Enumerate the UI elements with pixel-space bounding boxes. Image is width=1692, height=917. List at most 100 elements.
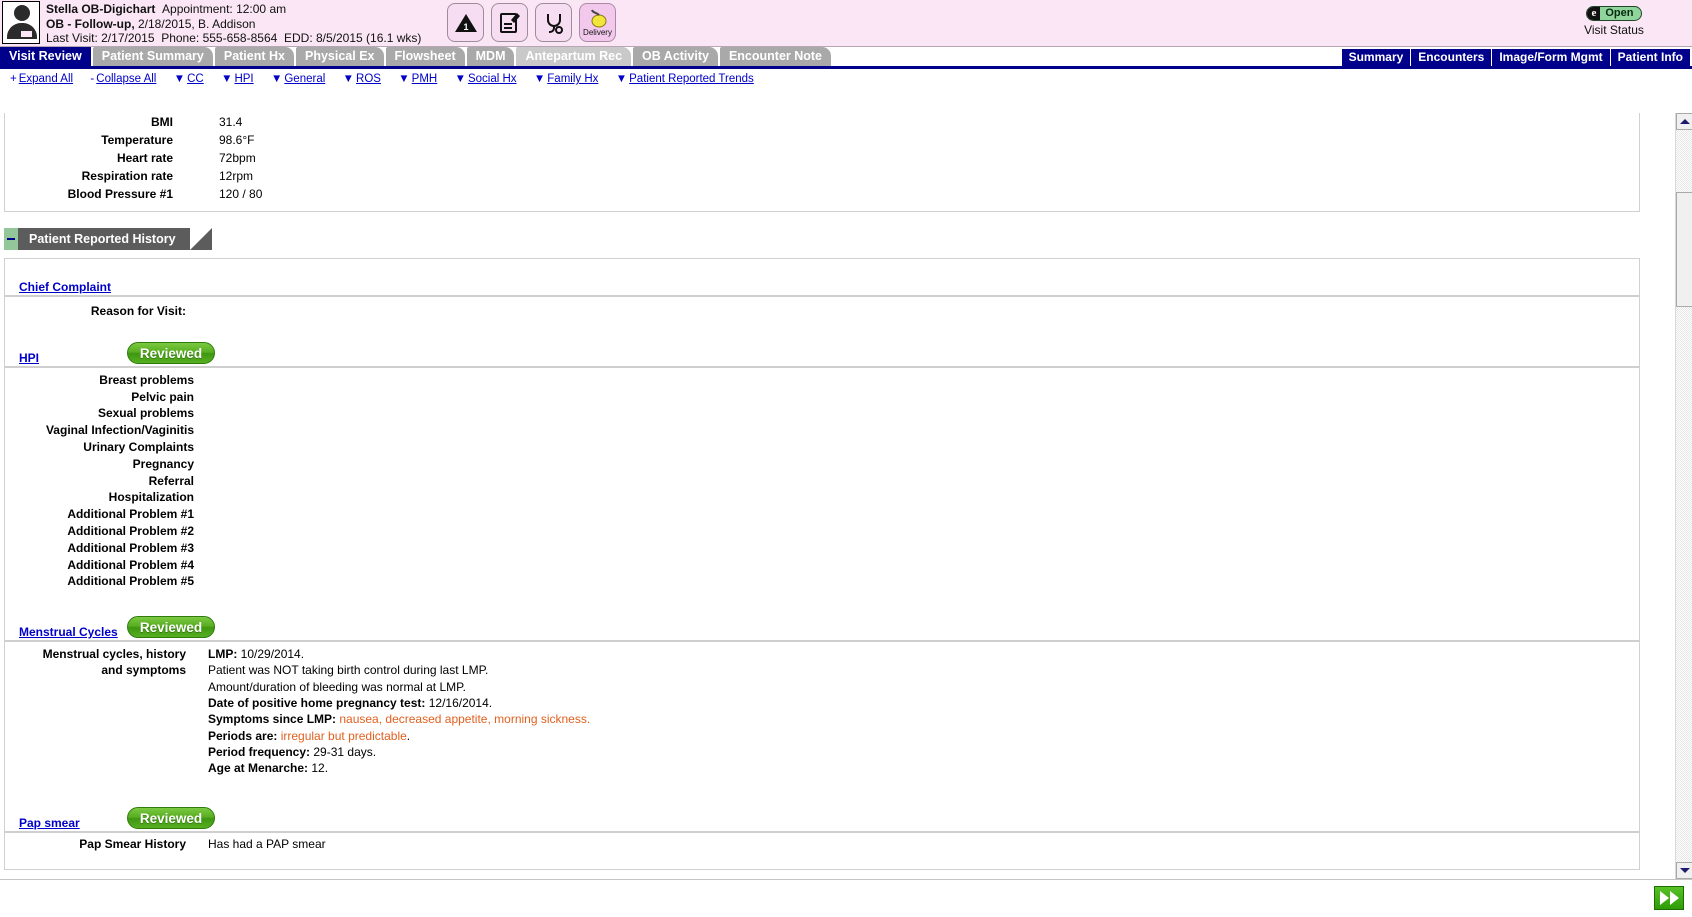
delivery-icon-button[interactable]: Delivery [579, 3, 616, 42]
link-family-hx-label: Family Hx [547, 73, 598, 85]
link-cc[interactable]: ▼CC [174, 73, 204, 85]
pap-reviewed-button[interactable]: Reviewed [127, 807, 215, 829]
tab-physical-ex[interactable]: Physical Ex [296, 47, 384, 66]
tab-ob-activity[interactable]: OB Activity [633, 47, 718, 66]
triangle-down-icon [1680, 868, 1690, 873]
list-item: Vaginal Infection/Vaginitis [5, 422, 194, 439]
tab-mdm[interactable]: MDM [467, 47, 515, 66]
menstrual-line-periods-are-highlight: irregular but predictable [277, 729, 406, 743]
chevron-down-icon: ▼ [455, 73, 466, 85]
visit-status-label: Visit Status [1544, 23, 1684, 37]
main-tab-bar: Visit Review Patient Summary Patient Hx … [0, 47, 1692, 69]
header-icon-toolbar: 1 [447, 3, 616, 42]
menstrual-line-pregnancy-test-bold: Date of positive home pregnancy test: [208, 696, 425, 710]
link-collapse-all[interactable]: -Collapse All [90, 73, 156, 85]
menstrual-label-line-2: and symptoms [5, 662, 186, 678]
page-title: Patient Reported History [18, 228, 190, 250]
menstrual-line-menarche-plain: 12. [308, 761, 328, 775]
table-row: BMI 31.4 [5, 113, 1639, 131]
vertical-scrollbar[interactable] [1675, 113, 1692, 879]
link-collapse-all-label: Collapse All [96, 73, 156, 85]
link-general[interactable]: ▼General [271, 73, 325, 85]
alert-triangle-icon-button[interactable]: 1 [447, 3, 484, 42]
visit-type: OB - Follow-up, [46, 17, 135, 31]
hpi-reviewed-button[interactable]: Reviewed [127, 342, 215, 364]
tab-visit-review[interactable]: Visit Review [0, 47, 91, 66]
reason-for-visit-row: Reason for Visit: [5, 297, 1639, 320]
link-social-hx[interactable]: ▼Social Hx [455, 73, 517, 85]
note-edit-icon [498, 11, 522, 35]
vital-label-heart-rate: Heart rate [5, 149, 177, 167]
tab-patient-summary[interactable]: Patient Summary [93, 47, 213, 66]
link-pmh[interactable]: ▼PMH [398, 73, 437, 85]
list-item: Additional Problem #5 [5, 573, 194, 590]
patient-reported-history-header: Patient Reported History [4, 228, 1650, 250]
tab-encounter-note[interactable]: Encounter Note [720, 47, 831, 66]
menstrual-line-frequency-bold: Period frequency: [208, 745, 310, 759]
subsection-title-chief-complaint[interactable]: Chief Complaint [19, 280, 111, 294]
menstrual-line-bleeding: Amount/duration of bleeding was normal a… [208, 679, 590, 695]
menstrual-line-symptoms-highlight: nausea, decreased appetite, morning sick… [336, 712, 590, 726]
patient-demographics: Stella OB-Digichart Appointment: 12:00 a… [46, 0, 421, 46]
tab-summary[interactable]: Summary [1342, 49, 1412, 66]
tab-patient-hx[interactable]: Patient Hx [215, 47, 294, 66]
link-ros[interactable]: ▼ROS [343, 73, 381, 85]
visit-status-widget[interactable]: e Open Visit Status [1544, 5, 1684, 37]
menstrual-line-menarche-bold: Age at Menarche: [208, 761, 308, 775]
patient-name-line: Stella OB-Digichart Appointment: 12:00 a… [46, 2, 421, 17]
scroll-up-button[interactable] [1676, 113, 1692, 130]
scrollbar-thumb[interactable] [1676, 192, 1692, 307]
list-item: Pelvic pain [5, 389, 194, 406]
link-ros-label: ROS [356, 73, 381, 85]
note-edit-icon-button[interactable] [491, 3, 528, 42]
link-expand-all[interactable]: +Expand All [10, 73, 73, 85]
menstrual-line-pregnancy-test-plain: 12/16/2014. [425, 696, 492, 710]
pap-smear-header: Pap smear Reviewed [5, 807, 1639, 833]
chief-complaint-header: Chief Complaint [5, 271, 1639, 297]
triangle-up-icon [1680, 119, 1690, 124]
subsection-title-hpi[interactable]: HPI [19, 351, 39, 365]
scrollbar-track[interactable] [1676, 130, 1692, 862]
subsection-title-pap-smear[interactable]: Pap smear [19, 816, 80, 830]
link-patient-reported-trends[interactable]: ▼Patient Reported Trends [616, 73, 754, 85]
menstrual-detail-text: LMP: 10/29/2014. Patient was NOT taking … [190, 646, 590, 776]
patient-name: Stella OB-Digichart [46, 2, 155, 16]
link-family-hx[interactable]: ▼Family Hx [534, 73, 599, 85]
patient-header-bar: Stella OB-Digichart Appointment: 12:00 a… [0, 0, 1692, 47]
visit-date-provider: 2/18/2015, B. Addison [138, 17, 255, 31]
chevron-down-icon: ▼ [616, 73, 627, 85]
subsection-title-menstrual-cycles[interactable]: Menstrual Cycles [19, 625, 118, 639]
pap-smear-history-value: Has had a PAP smear [190, 837, 326, 851]
reason-for-visit-label: Reason for Visit: [5, 303, 190, 320]
chevron-down-icon: ▼ [271, 73, 282, 85]
next-section-button[interactable] [1654, 886, 1684, 910]
tab-encounters[interactable]: Encounters [1411, 49, 1492, 66]
list-item: Additional Problem #1 [5, 506, 194, 523]
vital-value-respiration-rate: 12rpm [177, 167, 253, 185]
minus-icon: - [90, 73, 94, 85]
scroll-down-button[interactable] [1676, 862, 1692, 879]
tab-antepartum-rec[interactable]: Antepartum Rec [516, 47, 631, 66]
list-item: Urinary Complaints [5, 439, 194, 456]
pap-smear-section: Pap smear Reviewed Pap Smear History Has… [5, 807, 1639, 869]
edd-value: EDD: 8/5/2015 (16.1 wks) [284, 31, 421, 45]
visit-review-content-area: BMI 31.4 Temperature 98.6°F Heart rate 7… [0, 113, 1650, 879]
appointment-time: Appointment: 12:00 am [162, 2, 286, 16]
menstrual-line-lmp-bold: LMP: [208, 647, 237, 661]
section-collapse-toggle[interactable] [4, 228, 18, 250]
link-expand-all-label: Expand All [19, 73, 73, 85]
menstrual-line-bleeding-text: Amount/duration of bleeding was normal a… [208, 680, 466, 694]
tab-image-form-mgmt[interactable]: Image/Form Mgmt [1492, 49, 1610, 66]
tab-patient-info[interactable]: Patient Info [1611, 49, 1690, 66]
tab-flowsheet[interactable]: Flowsheet [386, 47, 465, 66]
hpi-section: HPI Reviewed Breast problems Pelvic pain… [5, 342, 1639, 604]
menstrual-reviewed-button[interactable]: Reviewed [127, 616, 215, 638]
menstrual-line-frequency: Period frequency: 29-31 days. [208, 744, 590, 760]
menstrual-label-line-1: Menstrual cycles, history [5, 646, 186, 662]
vital-value-blood-pressure: 120 / 80 [177, 185, 262, 203]
link-hpi[interactable]: ▼HPI [221, 73, 254, 85]
visit-status-badge[interactable]: e Open [1586, 6, 1641, 21]
vitals-panel: BMI 31.4 Temperature 98.6°F Heart rate 7… [4, 113, 1640, 212]
list-item: Breast problems [5, 372, 194, 389]
stethoscope-icon-button[interactable] [535, 3, 572, 42]
